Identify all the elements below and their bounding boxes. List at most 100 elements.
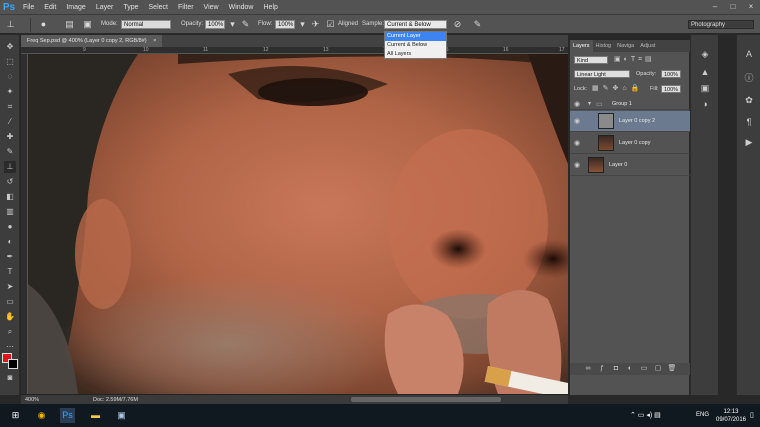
pressure-size-icon[interactable]: ✎ <box>472 19 483 30</box>
hand-tool-icon[interactable]: ✋ <box>4 311 16 323</box>
aligned-checkbox[interactable]: ☑ <box>325 19 336 30</box>
visibility-eye-icon[interactable]: ◉ <box>574 139 580 147</box>
paragraph-panel-icon[interactable]: ¶ <box>742 115 756 129</box>
adjustment-layer-icon[interactable]: ◐ <box>625 363 636 375</box>
filter-kind-select[interactable]: Kind <box>574 56 608 64</box>
link-layers-icon[interactable]: ∞ <box>583 363 594 375</box>
quick-mask-icon[interactable]: ◙ <box>4 372 16 384</box>
filter-type-icons[interactable]: ▣◐T⌗▤ <box>614 55 655 64</box>
type-tool-icon[interactable]: T <box>4 266 16 278</box>
character-panel-icon[interactable]: A <box>742 47 756 61</box>
clone-stamp-tool-icon[interactable]: ⊥ <box>4 161 16 173</box>
mode-select[interactable]: Normal <box>121 20 171 29</box>
horizontal-scrollbar[interactable] <box>351 397 501 402</box>
tab-layers[interactable]: Layers <box>570 40 593 52</box>
taskbar-clock[interactable]: 12:13 09/07/2016 <box>713 408 749 424</box>
windows-start-icon[interactable]: ⊞ <box>8 408 23 423</box>
path-selection-tool-icon[interactable]: ➤ <box>4 281 16 293</box>
menu-file[interactable]: File <box>18 4 39 11</box>
opacity-dropdown-icon[interactable]: ▾ <box>227 19 238 30</box>
menu-help[interactable]: Help <box>259 4 283 11</box>
tab-histogram[interactable]: Histog <box>593 40 615 52</box>
menu-type[interactable]: Type <box>118 4 143 11</box>
menu-image[interactable]: Image <box>61 4 90 11</box>
channels-panel-icon[interactable]: ✿ <box>742 93 756 107</box>
flow-input[interactable]: 100% <box>275 20 295 29</box>
tab-adjustments[interactable]: Adjust <box>637 40 658 52</box>
menu-layer[interactable]: Layer <box>91 4 119 11</box>
pressure-opacity-icon[interactable]: ✎ <box>240 19 251 30</box>
document-tab[interactable]: Freq Sep.psd @ 400% (Layer 0 copy 2, RGB… <box>21 35 163 47</box>
rectangle-tool-icon[interactable]: ▭ <box>4 296 16 308</box>
chrome-icon[interactable]: ◉ <box>34 408 49 423</box>
histogram-panel-icon[interactable]: ▲ <box>698 65 712 79</box>
new-layer-icon[interactable]: ▢ <box>653 363 664 375</box>
tab-navigator[interactable]: Naviga <box>614 40 637 52</box>
background-color-swatch[interactable] <box>8 359 18 369</box>
more-tools-icon[interactable]: ⋯ <box>4 341 16 353</box>
document-info[interactable]: Doc: 2.59M/7.76M <box>93 397 138 403</box>
dodge-tool-icon[interactable]: ◐ <box>4 236 16 248</box>
quick-select-tool-icon[interactable]: ✦ <box>4 86 16 98</box>
document-canvas[interactable] <box>28 54 568 394</box>
notification-icon[interactable]: ▯ <box>750 411 754 419</box>
group-expand-chevron-icon[interactable]: ▾ <box>588 100 591 107</box>
file-explorer-icon[interactable]: ▬ <box>88 408 103 423</box>
add-mask-icon[interactable]: ◘ <box>611 363 622 375</box>
delete-layer-icon[interactable]: 🗑 <box>667 363 678 375</box>
layer-opacity-input[interactable]: 100% <box>661 70 681 78</box>
brush-tool-icon[interactable]: ✎ <box>4 146 16 158</box>
menu-select[interactable]: Select <box>144 4 173 11</box>
history-brush-tool-icon[interactable]: ↺ <box>4 176 16 188</box>
opacity-input[interactable]: 100% <box>205 20 225 29</box>
clone-source-panel-icon[interactable]: ▤ <box>64 19 75 30</box>
system-tray-icons[interactable]: ⌃ ▭ ◂) ▤ <box>630 411 661 419</box>
lock-icons[interactable]: ▦✎✥⌂🔒 <box>592 84 643 92</box>
flow-dropdown-icon[interactable]: ▾ <box>297 19 308 30</box>
pen-tool-icon[interactable]: ✒ <box>4 251 16 263</box>
app-taskbar-icon[interactable]: ▣ <box>114 408 129 423</box>
visibility-eye-icon[interactable]: ◉ <box>574 100 580 108</box>
timeline-panel-icon[interactable]: ▶ <box>742 135 756 149</box>
marquee-tool-icon[interactable]: ⬚ <box>4 56 16 68</box>
crop-tool-icon[interactable]: ⌗ <box>4 101 16 113</box>
blur-tool-icon[interactable]: ● <box>4 221 16 233</box>
menu-edit[interactable]: Edit <box>39 4 61 11</box>
move-tool-icon[interactable]: ✥ <box>4 41 16 53</box>
healing-brush-tool-icon[interactable]: ✚ <box>4 131 16 143</box>
menu-window[interactable]: Window <box>224 4 259 11</box>
eyedropper-tool-icon[interactable]: ⁄ <box>4 116 16 128</box>
blend-mode-select[interactable]: Linear Light <box>574 70 630 78</box>
sample-option-all-layers[interactable]: All Layers <box>385 50 446 59</box>
gradient-tool-icon[interactable]: ▥ <box>4 206 16 218</box>
language-indicator[interactable]: ENG <box>696 412 709 418</box>
zoom-level[interactable]: 400% <box>25 397 39 403</box>
brush-panel-icon[interactable]: ▣ <box>82 19 93 30</box>
close-document-icon[interactable]: × <box>153 38 156 44</box>
minimize-button[interactable]: – <box>706 0 724 14</box>
lasso-tool-icon[interactable]: ◌ <box>4 71 16 83</box>
visibility-eye-icon[interactable]: ◉ <box>574 161 580 169</box>
sample-option-current-and-below[interactable]: Current & Below <box>385 41 446 50</box>
fill-input[interactable]: 100% <box>661 85 681 93</box>
maximize-button[interactable]: □ <box>724 0 742 14</box>
brush-preset-icon[interactable]: ● <box>38 19 49 30</box>
sample-option-current-layer[interactable]: Current Layer <box>385 32 446 41</box>
visibility-eye-icon[interactable]: ◉ <box>574 117 580 125</box>
clone-stamp-preset-icon[interactable]: ⊥ <box>5 19 16 30</box>
menu-view[interactable]: View <box>199 4 224 11</box>
ignore-adjustment-layers-icon[interactable]: ⊘ <box>452 19 463 30</box>
close-window-button[interactable]: × <box>742 0 760 14</box>
airbrush-icon[interactable]: ✈ <box>310 19 321 30</box>
layer-row-layer-0-copy-2[interactable]: ◉ Layer 0 copy 2 <box>570 111 690 132</box>
layer-row-layer-0[interactable]: ◉ Layer 0 <box>570 155 690 176</box>
sample-select[interactable]: Current & Below <box>384 20 447 29</box>
zoom-tool-icon[interactable]: ⌕ <box>4 326 16 338</box>
layer-row-layer-0-copy[interactable]: ◉ Layer 0 copy <box>570 133 690 154</box>
layer-row-group-1[interactable]: ◉ ▾ ▭ Group 1 <box>570 98 690 110</box>
menu-filter[interactable]: Filter <box>173 4 199 11</box>
new-group-icon[interactable]: ▭ <box>639 363 650 375</box>
photoshop-taskbar-icon[interactable]: Ps <box>60 408 75 423</box>
layers-panel-icon[interactable]: ◈ <box>698 47 712 61</box>
info-panel-icon[interactable]: ⓘ <box>742 71 756 85</box>
